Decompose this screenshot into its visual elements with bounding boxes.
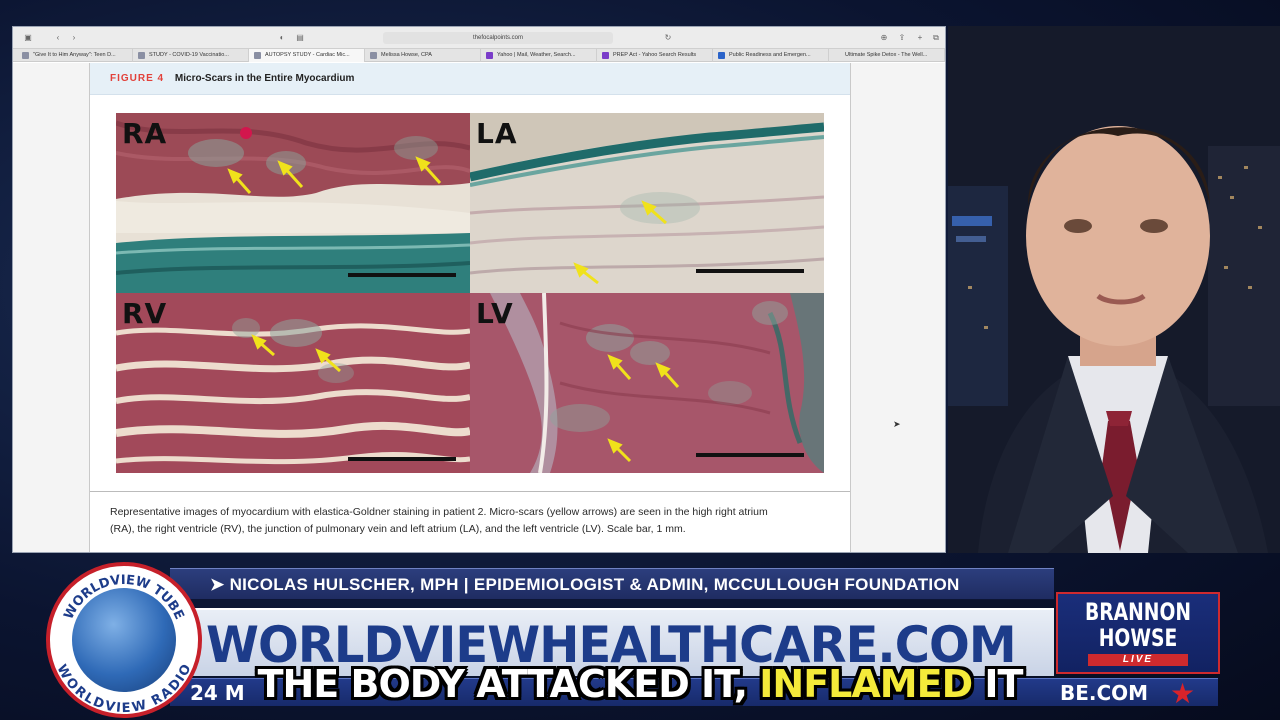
- figure-image-grid: RA LA RV LV: [116, 113, 824, 473]
- panel-rv: RV: [116, 293, 470, 473]
- reader-icon[interactable]: ▤: [295, 33, 305, 43]
- histology-ra-image: [116, 113, 470, 293]
- tab-label: Melissa Howse, CPA: [381, 52, 432, 58]
- broadcast-lower-third: ➤ NICOLAS HULSCHER, MPH | EPIDEMIOLOGIST…: [0, 560, 1280, 720]
- caption-text: IT: [972, 662, 1023, 706]
- document-icon: [370, 52, 377, 59]
- shield-icon[interactable]: ◐: [277, 33, 287, 43]
- address-bar[interactable]: thefocalpoints.com: [383, 32, 613, 44]
- tab-2[interactable]: AUTOPSY STUDY - Cardiac Mic...: [249, 49, 365, 62]
- download-icon[interactable]: ⊕: [879, 33, 889, 43]
- document-icon: [22, 52, 29, 59]
- panel-ra: RA: [116, 113, 470, 293]
- url-text: thefocalpoints.com: [472, 35, 524, 41]
- document-icon: [718, 52, 725, 59]
- logo-top-text: WORLDVIEW TUBE: [61, 573, 186, 622]
- figure-label: FIGURE 4: [110, 73, 165, 84]
- new-tab-icon[interactable]: +: [915, 33, 925, 43]
- scale-bar: [348, 457, 456, 461]
- tab-label: Yahoo | Mail, Weather, Search...: [497, 52, 576, 58]
- panel-label-ra: RA: [122, 117, 168, 150]
- caption-divider: [90, 491, 850, 492]
- scale-bar: [696, 269, 804, 273]
- tab-7[interactable]: Ultimate Spike Detox - The Well...: [829, 49, 945, 62]
- panel-label-rv: RV: [122, 297, 168, 330]
- histology-rv-image: [116, 293, 470, 473]
- tab-6[interactable]: Public Readiness and Emergen...: [713, 49, 829, 62]
- figure-title: Micro-Scars in the Entire Myocardium: [174, 73, 355, 84]
- figure-caption: Representative images of myocardium with…: [110, 504, 830, 538]
- brand-line-2: HOWSE: [1098, 624, 1178, 652]
- tab-overview-icon[interactable]: ⧉: [931, 33, 941, 43]
- tab-label: Public Readiness and Emergen...: [729, 52, 811, 58]
- tab-label: Ultimate Spike Detox - The Well...: [845, 52, 928, 58]
- tab-4[interactable]: Yahoo | Mail, Weather, Search...: [481, 49, 597, 62]
- article-document: FIGURE 4 Micro-Scars in the Entire Myoca…: [89, 63, 851, 552]
- presenter-video: [948, 26, 1280, 553]
- browser-window: ▣ ‹ › ◐ ▤ thefocalpoints.com ↻ ⊕ ⇪ + ⧉ "…: [12, 26, 946, 553]
- document-icon: [254, 52, 261, 59]
- caption-line: Representative images of myocardium with…: [110, 506, 768, 518]
- svg-text:WORLDVIEW TUBE: WORLDVIEW TUBE: [61, 573, 186, 622]
- tab-label: STUDY - COVID-19 Vaccinatio...: [149, 52, 229, 58]
- reload-icon[interactable]: ↻: [663, 33, 673, 43]
- closed-caption: THE BODY ATTACKED IT, INFLAMED IT: [0, 662, 1280, 706]
- panel-la: LA: [470, 113, 824, 293]
- tab-1[interactable]: STUDY - COVID-19 Vaccinatio...: [133, 49, 249, 62]
- back-icon[interactable]: ‹: [53, 33, 63, 43]
- tab-0[interactable]: "Give It to Him Anyway": Teen D...: [17, 49, 133, 62]
- histology-la-image: [470, 113, 824, 293]
- scale-bar: [348, 273, 456, 277]
- yahoo-icon: [486, 52, 493, 59]
- histology-lv-image: [470, 293, 824, 473]
- guest-name-bar: ➤ NICOLAS HULSCHER, MPH | EPIDEMIOLOGIST…: [170, 568, 1054, 600]
- panel-label-lv: LV: [476, 297, 514, 330]
- caption-text: THE BODY ATTACKED IT,: [257, 662, 760, 706]
- figure-header: FIGURE 4 Micro-Scars in the Entire Myoca…: [90, 63, 850, 95]
- panel-label-la: LA: [476, 117, 518, 150]
- tab-label: AUTOPSY STUDY - Cardiac Mic...: [265, 52, 350, 58]
- tab-3[interactable]: Melissa Howse, CPA: [365, 49, 481, 62]
- page-viewport[interactable]: FIGURE 4 Micro-Scars in the Entire Myoca…: [13, 63, 945, 552]
- panel-lv: LV: [470, 293, 824, 473]
- tab-strip: "Give It to Him Anyway": Teen D... STUDY…: [13, 49, 945, 62]
- brand-line-1: BRANNON: [1084, 598, 1192, 626]
- caption-highlight: INFLAMED: [759, 662, 973, 706]
- presenter-scene-image: [948, 26, 1280, 553]
- yahoo-icon: [602, 52, 609, 59]
- caption-line: (RA), the right ventricle (RV), the junc…: [110, 523, 686, 535]
- scale-bar: [696, 453, 804, 457]
- mouse-cursor-icon: ➤: [893, 419, 901, 429]
- tab-5[interactable]: PREP Act - Yahoo Search Results: [597, 49, 713, 62]
- document-icon: [138, 52, 145, 59]
- browser-toolbar: ▣ ‹ › ◐ ▤ thefocalpoints.com ↻ ⊕ ⇪ + ⧉: [13, 27, 945, 49]
- forward-icon[interactable]: ›: [69, 33, 79, 43]
- sidebar-toggle-icon[interactable]: ▣: [23, 33, 33, 43]
- share-icon[interactable]: ⇪: [897, 33, 907, 43]
- tab-label: PREP Act - Yahoo Search Results: [613, 52, 697, 58]
- tab-label: "Give It to Him Anyway": Teen D...: [33, 52, 116, 58]
